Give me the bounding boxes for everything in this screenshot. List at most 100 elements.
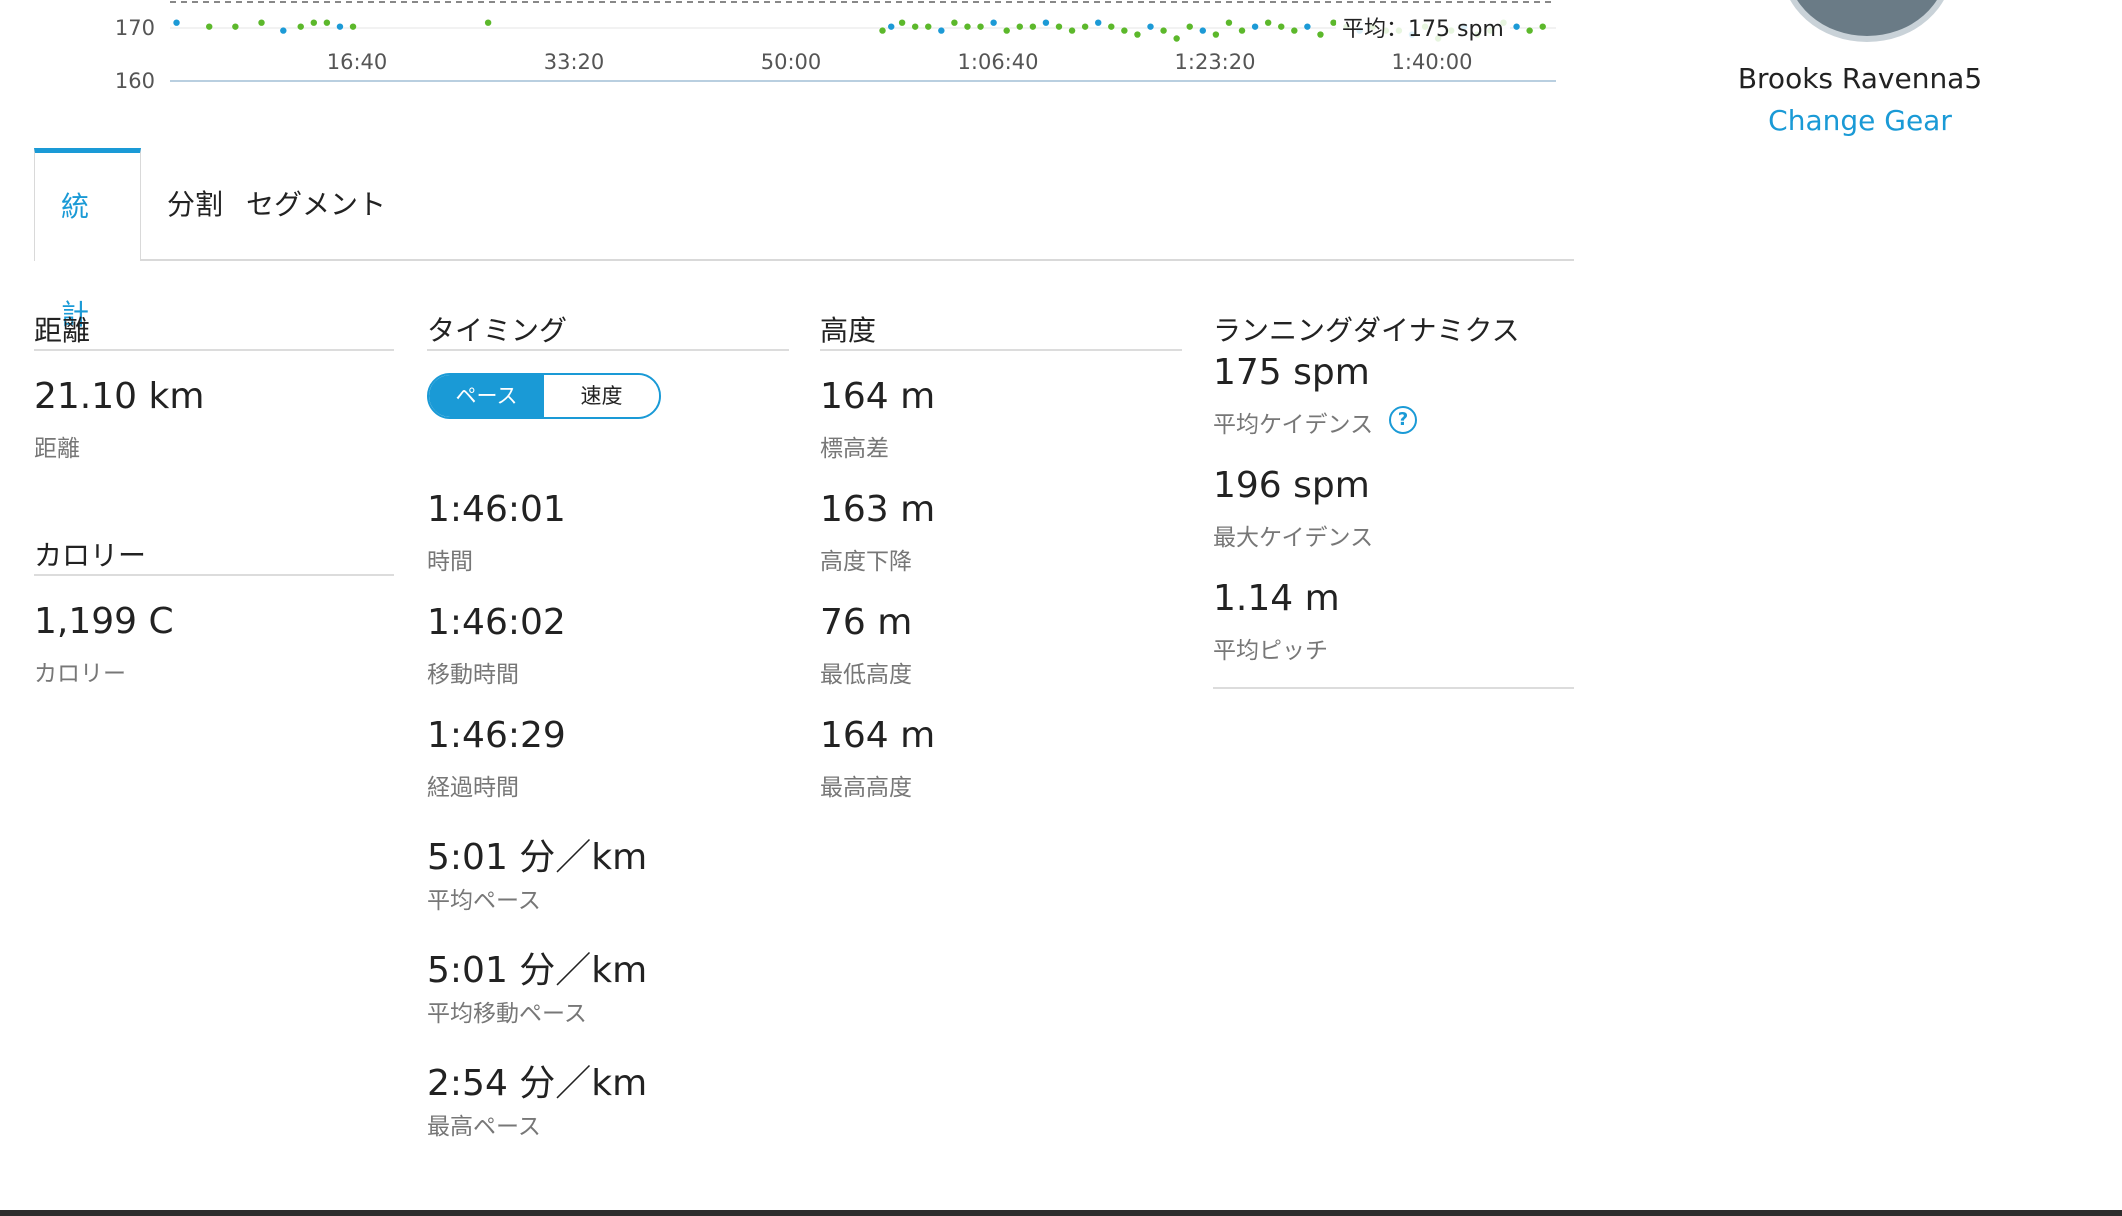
cadence-point bbox=[1042, 19, 1050, 26]
dynamics-stat-label: 平均ピッチ bbox=[1213, 638, 1328, 664]
distance-label: 距離 bbox=[34, 436, 80, 462]
elevation-stat-label: 最低高度 bbox=[820, 662, 912, 688]
cadence-chart: 170 160 16:40 33:20 50:00 1:06:40 1:23:2… bbox=[0, 0, 1600, 110]
cadence-point bbox=[925, 23, 932, 30]
pace-speed-toggle: ペース 速度 bbox=[427, 373, 661, 419]
cadence-point bbox=[1160, 27, 1167, 34]
dynamics-divider bbox=[1213, 687, 1574, 689]
chart-x-tick: 1:23:20 bbox=[1174, 50, 1256, 74]
gear-name: Brooks Ravenna5 bbox=[1737, 62, 1983, 95]
cadence-point bbox=[888, 23, 895, 30]
timing-section-title: タイミング bbox=[427, 314, 568, 347]
elevation-stat-label: 高度下降 bbox=[820, 549, 912, 575]
question-circle-icon[interactable]: ? bbox=[1389, 406, 1417, 434]
calories-divider bbox=[34, 574, 394, 576]
tab-segments[interactable]: セグメント bbox=[220, 148, 412, 259]
cadence-point bbox=[977, 23, 984, 30]
timing-stat-label: 移動時間 bbox=[427, 662, 519, 688]
cadence-point bbox=[1173, 35, 1180, 42]
elevation-stat-label: 最高高度 bbox=[820, 775, 912, 801]
cadence-point bbox=[911, 23, 919, 30]
cadence-point bbox=[1186, 23, 1193, 30]
dynamics-stat-value: 175 spm bbox=[1213, 352, 1370, 393]
cadence-point bbox=[297, 23, 304, 30]
calories-section-title: カロリー bbox=[34, 539, 147, 572]
chart-x-tick: 1:40:00 bbox=[1391, 50, 1473, 74]
distance-section-title: 距離 bbox=[34, 314, 91, 347]
gear-avatar bbox=[1781, 0, 1953, 42]
elevation-divider bbox=[820, 349, 1182, 351]
running-dynamics-section-title: ランニングダイナミクス bbox=[1213, 314, 1520, 347]
calories-value: 1,199 C bbox=[34, 601, 174, 642]
timing-divider bbox=[427, 349, 789, 351]
cadence-point bbox=[1199, 27, 1206, 34]
cadence-point bbox=[484, 19, 492, 26]
cadence-point bbox=[1081, 23, 1089, 30]
cadence-point bbox=[938, 27, 945, 34]
cadence-point bbox=[310, 19, 318, 26]
chart-average-label: 平均：175 spm bbox=[1336, 9, 1510, 45]
calories-label: カロリー bbox=[34, 661, 126, 687]
distance-value: 21.10 km bbox=[34, 376, 205, 417]
timing-stat-value: 2:54 分／km bbox=[427, 1063, 648, 1104]
tab-stats[interactable]: 統計 bbox=[34, 148, 141, 331]
cadence-point bbox=[280, 27, 287, 34]
elevation-stat-label: 標高差 bbox=[820, 436, 889, 462]
cadence-point bbox=[1513, 23, 1520, 30]
cadence-point bbox=[1251, 23, 1259, 30]
cadence-point bbox=[1291, 27, 1298, 34]
cadence-point bbox=[1225, 19, 1233, 26]
cadence-point bbox=[964, 23, 971, 30]
cadence-point bbox=[1055, 23, 1063, 30]
cadence-point bbox=[1317, 31, 1324, 38]
dynamics-stat-label: 平均ケイデンス bbox=[1213, 412, 1374, 438]
cadence-point bbox=[1003, 27, 1010, 34]
timing-stat-label: 平均ペース bbox=[427, 888, 541, 914]
cadence-point bbox=[1264, 19, 1272, 26]
dynamics-stat-value: 196 spm bbox=[1213, 465, 1370, 506]
elevation-stat-value: 76 m bbox=[820, 602, 913, 643]
cadence-point bbox=[258, 19, 265, 26]
chart-x-tick: 16:40 bbox=[326, 50, 388, 74]
stats-tabs: 統計 分割 セグメント bbox=[34, 148, 1574, 331]
pace-toggle-button[interactable]: ペース bbox=[429, 375, 544, 417]
timing-stat-value: 1:46:02 bbox=[427, 602, 566, 643]
cadence-point bbox=[232, 23, 239, 30]
cadence-point bbox=[1108, 23, 1115, 30]
dynamics-stat-value: 1.14 m bbox=[1213, 578, 1340, 619]
timing-stat-value: 1:46:01 bbox=[427, 489, 566, 530]
cadence-point bbox=[898, 19, 906, 26]
cadence-point bbox=[1526, 27, 1533, 34]
cadence-point bbox=[1147, 23, 1154, 30]
chart-y-tick-170: 170 bbox=[114, 16, 155, 40]
elevation-stat-value: 164 m bbox=[820, 715, 936, 756]
cadence-point bbox=[1121, 27, 1128, 34]
elevation-section-title: 高度 bbox=[820, 314, 877, 347]
cadence-point bbox=[1539, 23, 1546, 30]
elevation-stat-value: 164 m bbox=[820, 376, 936, 417]
cadence-point bbox=[879, 27, 886, 34]
cadence-point bbox=[349, 23, 357, 30]
distance-divider bbox=[34, 349, 394, 351]
elevation-stat-value: 163 m bbox=[820, 489, 936, 530]
chart-y-tick-160: 160 bbox=[114, 69, 155, 93]
cadence-point bbox=[1278, 23, 1285, 30]
timing-stat-label: 経過時間 bbox=[427, 775, 519, 801]
cadence-point bbox=[336, 23, 344, 30]
cadence-point bbox=[173, 19, 180, 26]
timing-stat-label: 平均移動ペース bbox=[427, 1001, 587, 1027]
chart-x-tick: 1:06:40 bbox=[957, 50, 1039, 74]
cadence-point bbox=[1095, 19, 1102, 26]
chart-x-tick: 33:20 bbox=[543, 50, 605, 74]
timing-stat-label: 最高ペース bbox=[427, 1114, 541, 1140]
cadence-point bbox=[1068, 27, 1076, 34]
cadence-point bbox=[990, 19, 997, 26]
cadence-point bbox=[1029, 23, 1037, 30]
cadence-point bbox=[1134, 31, 1141, 38]
timing-stat-value: 5:01 分／km bbox=[427, 837, 648, 878]
chart-x-tick: 50:00 bbox=[760, 50, 822, 74]
change-gear-link[interactable]: Change Gear bbox=[1700, 104, 2020, 137]
speed-toggle-button[interactable]: 速度 bbox=[544, 375, 659, 417]
dynamics-stat-label: 最大ケイデンス bbox=[1213, 525, 1374, 551]
cadence-point bbox=[1238, 27, 1246, 34]
